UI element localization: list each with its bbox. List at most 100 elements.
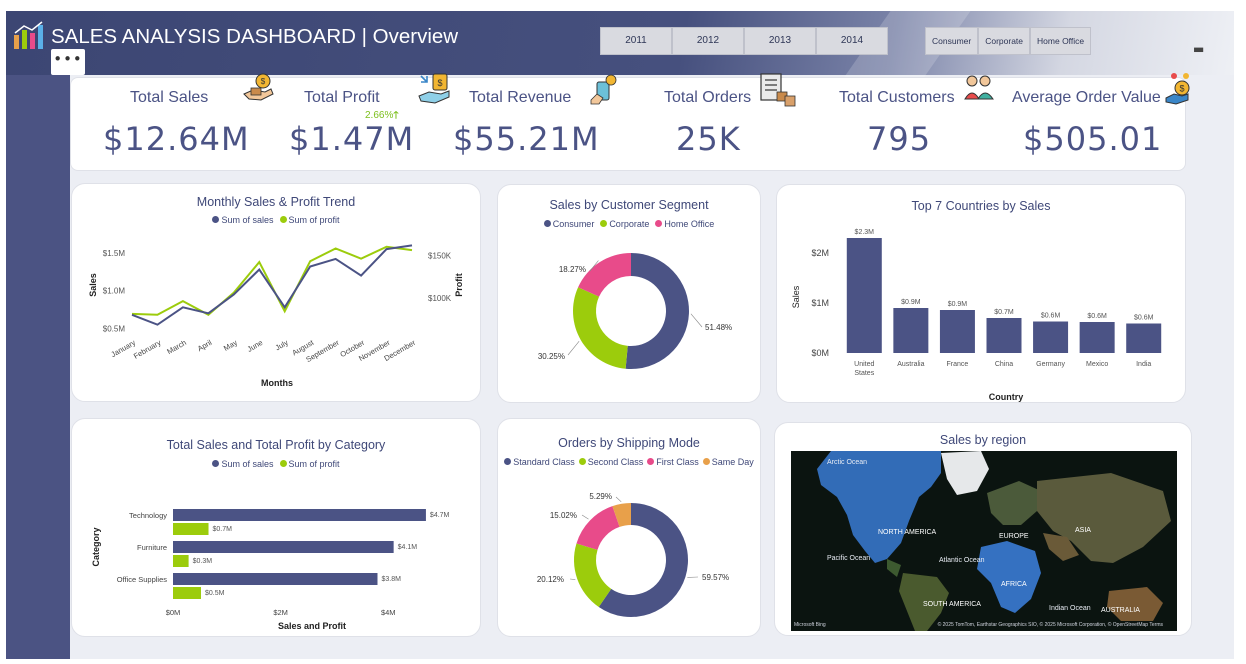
kpi-total-orders-label: Total Orders (664, 89, 752, 106)
donut-leader-line (567, 341, 580, 356)
donut-slice (573, 287, 628, 369)
x-tick-label: States (854, 370, 874, 377)
donut-slice (578, 253, 631, 297)
bar-data-label: $3.8M (381, 576, 401, 583)
y-tick-label: $0.5M (103, 324, 126, 333)
country-bar (1033, 321, 1069, 353)
donut-data-label: 15.02% (550, 511, 577, 520)
year-2014-button[interactable]: 2014 (816, 27, 888, 55)
y2-tick-label: $150K (428, 251, 452, 260)
sales-bar (173, 509, 426, 521)
y-tick-label: $2M (811, 248, 829, 258)
map-attribution[interactable]: © 2025 TomTom, Earthstar Geographics SIO… (938, 622, 1163, 628)
x-tick-label: April (196, 338, 214, 353)
orders-icon (760, 73, 796, 107)
y-tick-label: $1.0M (103, 287, 126, 296)
year-2013-button[interactable]: 2013 (744, 27, 816, 55)
kpi-total-orders-value: 25K (676, 120, 741, 158)
y-axis-label: Sales (791, 285, 801, 308)
segment-corporate-button[interactable]: Corporate (978, 27, 1031, 55)
more-options-button[interactable]: ••• (51, 49, 85, 75)
monthly-trend-chart: $0.5M$1.0M$1.5M$100K$150KSales ProfitJanu… (88, 244, 464, 388)
bar-data-label: $2.3M (855, 229, 875, 236)
x-tick-label: India (1136, 361, 1151, 368)
x-tick-label: China (995, 361, 1013, 368)
segment-donut-card: Sales by Customer Segment Consumer Corpo… (497, 184, 761, 403)
kpi-total-revenue-value: $55.21M (453, 120, 600, 158)
bar-data-label: $0.3M (193, 558, 213, 565)
bar-data-label: $0.7M (994, 309, 1014, 316)
y-tick-label: $1.5M (103, 249, 126, 258)
world-map-graphic (791, 451, 1177, 631)
x-tick-label: May (222, 338, 239, 353)
svg-text:$: $ (1179, 84, 1184, 94)
customers-icon (964, 75, 994, 100)
svg-text:$: $ (437, 78, 442, 88)
monthly-trend-card: Monthly Sales & Profit Trend Sum of sale… (71, 183, 481, 402)
donut-data-label: 59.57% (702, 573, 729, 582)
bar-chart-icon (14, 21, 43, 49)
x-tick-label: July (274, 338, 290, 353)
donut-leader-line (569, 578, 576, 580)
countries-bar-chart: $0M $1M $2M Sales $2.3M United States $0.9M Aust… (791, 229, 1162, 402)
y-axis-label: Category (91, 527, 101, 566)
bar-data-label: $4.7M (430, 512, 450, 519)
donut-slice (576, 506, 620, 550)
kpi-total-revenue-label: Total Revenue (469, 89, 572, 106)
donut-data-label: 5.29% (589, 492, 612, 501)
money-hand-icon: $ (243, 73, 274, 101)
y2-tick-label: $100K (428, 294, 452, 303)
kpi-card: Total Sales $12.64M $ Total Profit $1.47… (70, 73, 1190, 171)
map-label-australia: AUSTRALIA (1101, 607, 1140, 614)
minimize-icon[interactable]: ▬ (1193, 42, 1204, 56)
countries-bar-card: Top 7 Countries by Sales $0M $1M $2M Sales $… (776, 184, 1186, 403)
header-bar: SALES ANALYSIS DASHBOARD | Overview ••• … (6, 11, 1234, 101)
year-slicer: 2011 2012 2013 2014 (600, 27, 888, 55)
x-tick-label: February (132, 338, 163, 361)
profit-bar (173, 555, 189, 567)
x-tick-label: $2M (273, 608, 288, 617)
world-map[interactable]: Arctic Ocean NORTH AMERICA EUROPE ASIA P… (791, 451, 1177, 631)
x-tick-label: $4M (381, 608, 396, 617)
y2-axis-label: Profit (454, 273, 464, 297)
category-bar-chart: Technology $4.7M $0.7M Furniture $4.1M $0.3M O… (91, 509, 450, 631)
bar-data-label: $0.5M (205, 590, 225, 597)
map-label-indian: Indian Ocean (1049, 605, 1091, 612)
donut-leader-line (581, 514, 589, 520)
kpi-total-customers-label: Total Customers (839, 89, 955, 106)
donut-leader-line (615, 496, 622, 503)
map-label-south-america: SOUTH AMERICA (923, 601, 981, 608)
donut-data-label: 51.48% (705, 323, 732, 332)
map-label-north-america: NORTH AMERICA (878, 529, 937, 536)
segment-donut-chart: 51.48% 30.25% 18.27% (538, 253, 732, 369)
bar-data-label: $0.7M (213, 526, 233, 533)
x-tick-label: United (854, 361, 874, 368)
revenue-icon (590, 74, 617, 105)
sales-bar (173, 541, 394, 553)
profit-bar (173, 587, 201, 599)
map-provider: Microsoft Bing (794, 622, 826, 628)
y-tick-label: $0M (811, 348, 829, 358)
shipping-donut-chart: 59.57% 20.12% 15.02% 5.29% (537, 492, 729, 617)
profit-line (131, 245, 413, 316)
map-label-atlantic: Atlantic Ocean (939, 557, 985, 564)
x-axis-label: Months (261, 378, 293, 388)
country-bar (846, 238, 882, 353)
bar-data-label: $0.9M (948, 301, 968, 308)
year-2011-button[interactable]: 2011 (600, 27, 672, 55)
sales-bar (173, 573, 378, 585)
bar-data-label: $0.6M (1134, 315, 1154, 322)
map-label-europe: EUROPE (999, 533, 1029, 540)
year-2012-button[interactable]: 2012 (672, 27, 744, 55)
map-label-pacific: Pacific Ocean (827, 555, 871, 562)
donut-data-label: 20.12% (537, 575, 564, 584)
bar-data-label: $4.1M (398, 544, 418, 551)
map-label-asia: ASIA (1075, 527, 1091, 534)
country-bar (939, 310, 975, 353)
country-bar (1126, 323, 1162, 353)
kpi-total-profit-value: $1.47M (289, 120, 415, 158)
segment-consumer-button[interactable]: Consumer (925, 27, 979, 55)
country-bar (986, 318, 1022, 353)
segment-home-office-button[interactable]: Home Office (1030, 27, 1092, 55)
segment-slicer: Consumer Corporate Home Office (925, 27, 1092, 55)
